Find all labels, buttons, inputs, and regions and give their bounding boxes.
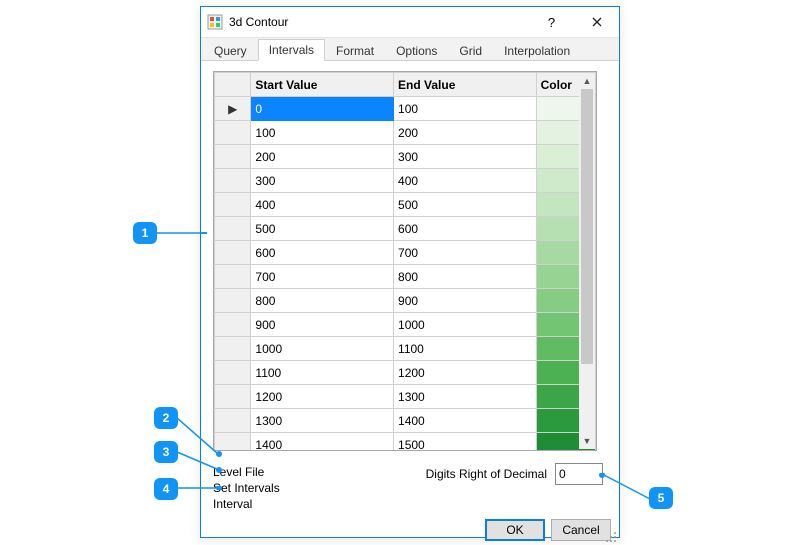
cell-end-value[interactable]: 200 <box>394 121 537 145</box>
tab-content-intervals: Start ValueEnd ValueColor▶01001002002003… <box>201 61 619 519</box>
callout-2: 2 <box>154 407 178 429</box>
scroll-up-icon[interactable]: ▲ <box>579 73 595 89</box>
cell-end-value[interactable]: 700 <box>394 241 537 265</box>
cell-start-value[interactable]: 400 <box>251 193 394 217</box>
dialog-window: 3d Contour ? QueryIntervalsFormatOptions… <box>200 6 620 538</box>
row-header[interactable] <box>215 361 251 385</box>
cell-end-value[interactable]: 1400 <box>394 409 537 433</box>
row-header[interactable] <box>215 217 251 241</box>
cell-end-value[interactable]: 1300 <box>394 385 537 409</box>
tab-format[interactable]: Format <box>325 40 385 61</box>
dialog-button-bar: OK Cancel <box>201 519 619 545</box>
decimal-label: Digits Right of Decimal <box>426 467 547 481</box>
table-row[interactable]: 13001400 <box>215 409 596 433</box>
cell-start-value[interactable]: 600 <box>251 241 394 265</box>
table-row[interactable]: 14001500 <box>215 433 596 451</box>
tab-grid[interactable]: Grid <box>448 40 493 61</box>
tab-interpolation[interactable]: Interpolation <box>493 40 581 61</box>
row-header[interactable] <box>215 241 251 265</box>
scroll-down-icon[interactable]: ▼ <box>579 433 595 449</box>
decimal-input[interactable] <box>555 463 603 485</box>
cell-end-value[interactable]: 900 <box>394 289 537 313</box>
cell-start-value[interactable]: 500 <box>251 217 394 241</box>
cell-start-value[interactable]: 1400 <box>251 433 394 451</box>
cell-end-value[interactable]: 1000 <box>394 313 537 337</box>
scroll-thumb[interactable] <box>581 89 593 364</box>
row-header[interactable] <box>215 385 251 409</box>
tab-options[interactable]: Options <box>385 40 448 61</box>
callout-4: 4 <box>154 478 178 500</box>
app-icon <box>207 14 223 30</box>
table-row[interactable]: 800900 <box>215 289 596 313</box>
cell-end-value[interactable]: 300 <box>394 145 537 169</box>
tab-intervals[interactable]: Intervals <box>258 39 325 61</box>
tab-query[interactable]: Query <box>203 40 258 61</box>
table-row[interactable]: 700800 <box>215 265 596 289</box>
cell-start-value[interactable]: 700 <box>251 265 394 289</box>
resize-grip-icon[interactable] <box>605 531 617 543</box>
tab-strip: QueryIntervalsFormatOptionsGridInterpola… <box>201 38 619 61</box>
row-header[interactable] <box>215 433 251 451</box>
cell-start-value[interactable]: 300 <box>251 169 394 193</box>
grid-col-end-value[interactable]: End Value <box>394 73 537 97</box>
grid-col-start-value[interactable]: Start Value <box>251 73 394 97</box>
row-header[interactable] <box>215 313 251 337</box>
grid-scrollbar[interactable]: ▲ ▼ <box>579 73 595 449</box>
cell-start-value[interactable]: 0 <box>251 97 394 121</box>
ok-button[interactable]: OK <box>485 519 545 541</box>
intervals-grid[interactable]: Start ValueEnd ValueColor▶01001002002003… <box>213 71 597 451</box>
cell-start-value[interactable]: 800 <box>251 289 394 313</box>
title-bar: 3d Contour ? <box>201 7 619 38</box>
row-header[interactable] <box>215 409 251 433</box>
table-row[interactable]: 500600 <box>215 217 596 241</box>
row-header[interactable] <box>215 169 251 193</box>
grid-corner <box>215 73 251 97</box>
cell-end-value[interactable]: 1500 <box>394 433 537 451</box>
row-header[interactable] <box>215 337 251 361</box>
callout-3: 3 <box>154 441 178 463</box>
cell-start-value[interactable]: 1100 <box>251 361 394 385</box>
interval-link[interactable]: Interval <box>213 497 607 511</box>
row-header[interactable] <box>215 193 251 217</box>
cancel-button[interactable]: Cancel <box>551 519 611 541</box>
cell-end-value[interactable]: 500 <box>394 193 537 217</box>
cell-start-value[interactable]: 100 <box>251 121 394 145</box>
cell-start-value[interactable]: 1200 <box>251 385 394 409</box>
table-row[interactable]: 200300 <box>215 145 596 169</box>
cell-end-value[interactable]: 800 <box>394 265 537 289</box>
row-header[interactable] <box>215 121 251 145</box>
table-row[interactable]: 12001300 <box>215 385 596 409</box>
cell-end-value[interactable]: 600 <box>394 217 537 241</box>
row-header[interactable] <box>215 289 251 313</box>
help-button[interactable]: ? <box>529 7 574 37</box>
table-row[interactable]: 11001200 <box>215 361 596 385</box>
close-button[interactable] <box>574 7 619 37</box>
cell-start-value[interactable]: 900 <box>251 313 394 337</box>
table-row[interactable]: 9001000 <box>215 313 596 337</box>
cell-end-value[interactable]: 100 <box>394 97 537 121</box>
callout-1: 1 <box>133 222 157 244</box>
table-row[interactable]: 600700 <box>215 241 596 265</box>
table-row[interactable]: 300400 <box>215 169 596 193</box>
table-row[interactable]: 400500 <box>215 193 596 217</box>
cell-end-value[interactable]: 1100 <box>394 337 537 361</box>
cell-start-value[interactable]: 1300 <box>251 409 394 433</box>
window-title: 3d Contour <box>229 15 529 29</box>
row-header[interactable] <box>215 145 251 169</box>
table-row[interactable]: 100200 <box>215 121 596 145</box>
callout-5: 5 <box>649 487 673 509</box>
cell-start-value[interactable]: 200 <box>251 145 394 169</box>
table-row[interactable]: ▶0100 <box>215 97 596 121</box>
table-row[interactable]: 10001100 <box>215 337 596 361</box>
digits-right-of-decimal: Digits Right of Decimal <box>426 463 603 485</box>
cell-start-value[interactable]: 1000 <box>251 337 394 361</box>
cell-end-value[interactable]: 1200 <box>394 361 537 385</box>
row-header[interactable]: ▶ <box>215 97 251 121</box>
cell-end-value[interactable]: 400 <box>394 169 537 193</box>
row-header[interactable] <box>215 265 251 289</box>
